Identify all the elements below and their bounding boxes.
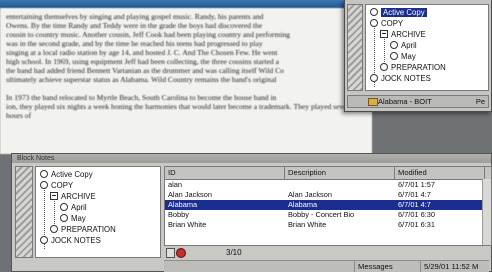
node-icon: [370, 8, 378, 16]
document-line: Owens. By the time Randy and Teddy were …: [6, 21, 263, 30]
cell-description: Brian White: [288, 220, 327, 229]
collapse-icon[interactable]: [50, 192, 58, 200]
notes-status-bar: Messages 5/29/01 11:52 M: [164, 260, 489, 272]
cell-description: Alabama: [288, 200, 318, 209]
tree-item-may[interactable]: May: [390, 52, 416, 62]
table-row[interactable]: Bobby Bobby - Concert Bio 6/7/01 6:30: [165, 210, 491, 220]
cell-modified: 6/7/01 1:57: [398, 180, 435, 189]
node-icon: [380, 63, 388, 71]
document-line: high school. In 1969, using equipment Je…: [6, 57, 279, 66]
popup-side-strip: [347, 4, 363, 91]
block-notes-window: Block Notes Active Copy COPY ARCHIVE Apr…: [11, 153, 492, 272]
node-icon: [60, 203, 68, 211]
cell-id: Alabama: [168, 200, 198, 209]
tree-item-active-copy[interactable]: Active Copy: [370, 8, 427, 18]
column-header-id[interactable]: ID: [165, 167, 285, 179]
folder-tree-popup: Active Copy COPY ARCHIVE April May PREPA…: [344, 0, 492, 112]
notes-folder-tree: Active Copy COPY ARCHIVE April May PREPA…: [35, 166, 161, 258]
tree-item-copy[interactable]: COPY: [40, 181, 73, 191]
cell-id: Bobby: [168, 210, 189, 219]
document-line: was in the second grade, and by the time…: [6, 39, 263, 48]
popup-status-label: Alabama - BOIT: [378, 97, 432, 106]
table-scrollbar[interactable]: [482, 179, 491, 245]
tree-item-may[interactable]: May: [60, 214, 86, 224]
cell-id: alan: [168, 180, 182, 189]
document-line: singing at a local radio station by age …: [6, 48, 278, 57]
tree-item-archive[interactable]: ARCHIVE: [50, 192, 96, 202]
cell-modified: 6/7/01 4:7: [398, 200, 431, 209]
cell-description: Alan Jackson: [288, 190, 332, 199]
delete-icon[interactable]: [176, 248, 186, 258]
popup-status-bar: Alabama - BOIT Pe: [347, 95, 489, 108]
document-line: ion, they played six nights a week honin…: [6, 102, 351, 120]
tree-item-april[interactable]: April: [60, 203, 87, 213]
node-icon: [370, 19, 378, 27]
table-header: ID Description Modified: [165, 167, 491, 180]
window-title: Block Notes: [12, 154, 491, 163]
document-line: cousin to country music. Another cousin,…: [6, 30, 290, 39]
node-icon: [50, 225, 58, 233]
cell-modified: 6/7/01 6:30: [398, 210, 435, 219]
tree-item-copy[interactable]: COPY: [370, 19, 403, 29]
tree-connector: [384, 39, 385, 64]
tree-connector: [54, 201, 55, 226]
collapse-icon[interactable]: [380, 30, 388, 38]
column-header-description[interactable]: Description: [285, 167, 395, 179]
tree-item-archive[interactable]: ARCHIVE: [380, 30, 426, 40]
note-icon[interactable]: [166, 248, 175, 258]
messages-button[interactable]: Messages: [354, 261, 396, 272]
cell-modified: 6/7/01 6:31: [398, 220, 435, 229]
folder-icon: [368, 98, 378, 106]
status-clock: 5/29/01 11:52 M: [420, 261, 481, 272]
document-line: the band had added friend Bennett Vartan…: [6, 66, 284, 75]
node-icon: [40, 236, 48, 244]
tree-item-april[interactable]: April: [390, 41, 417, 51]
document-line: ultimately achieve superstar status as A…: [6, 75, 277, 84]
notes-table: ID Description Modified alan 6/7/01 1:57…: [164, 166, 492, 246]
tree-item-active-copy[interactable]: Active Copy: [40, 170, 93, 180]
table-row[interactable]: Brian White Brian White 6/7/01 6:31: [165, 220, 491, 230]
document-line: In 1973 the band relocated to Myrtle Bea…: [6, 93, 277, 102]
cell-id: Brian White: [168, 220, 207, 229]
node-icon: [40, 181, 48, 189]
document-page[interactable]: entertaining themselves by singing and p…: [0, 8, 372, 154]
table-row[interactable]: alan 6/7/01 1:57: [165, 180, 491, 190]
record-count: 3/10: [226, 248, 242, 257]
tree-item-jock-notes[interactable]: JOCK NOTES: [40, 236, 101, 246]
table-row-selected[interactable]: Alabama Alabama 6/7/01 4:7: [165, 200, 491, 210]
tree-item-preparation[interactable]: PREPARATION: [50, 225, 116, 235]
column-header-modified[interactable]: Modified: [395, 167, 485, 179]
tree-item-preparation[interactable]: PREPARATION: [380, 63, 446, 73]
document-line: entertaining themselves by singing and p…: [6, 12, 264, 21]
node-icon: [60, 214, 68, 222]
node-icon: [390, 52, 398, 60]
popup-status-tail: Pe: [475, 97, 485, 106]
cell-description: Bobby - Concert Bio: [288, 210, 355, 219]
record-navigation: 3/10: [164, 247, 274, 258]
cell-modified: 6/7/01 4:7: [398, 190, 431, 199]
notes-side-strip: [15, 166, 33, 258]
node-icon: [370, 74, 378, 82]
table-row[interactable]: Alan Jackson Alan Jackson 6/7/01 4:7: [165, 190, 491, 200]
tree-item-jock-notes[interactable]: JOCK NOTES: [370, 74, 431, 84]
node-icon: [390, 41, 398, 49]
node-icon: [40, 170, 48, 178]
popup-folder-tree: Active Copy COPY ARCHIVE April May PREPA…: [365, 4, 489, 91]
cell-id: Alan Jackson: [168, 190, 212, 199]
